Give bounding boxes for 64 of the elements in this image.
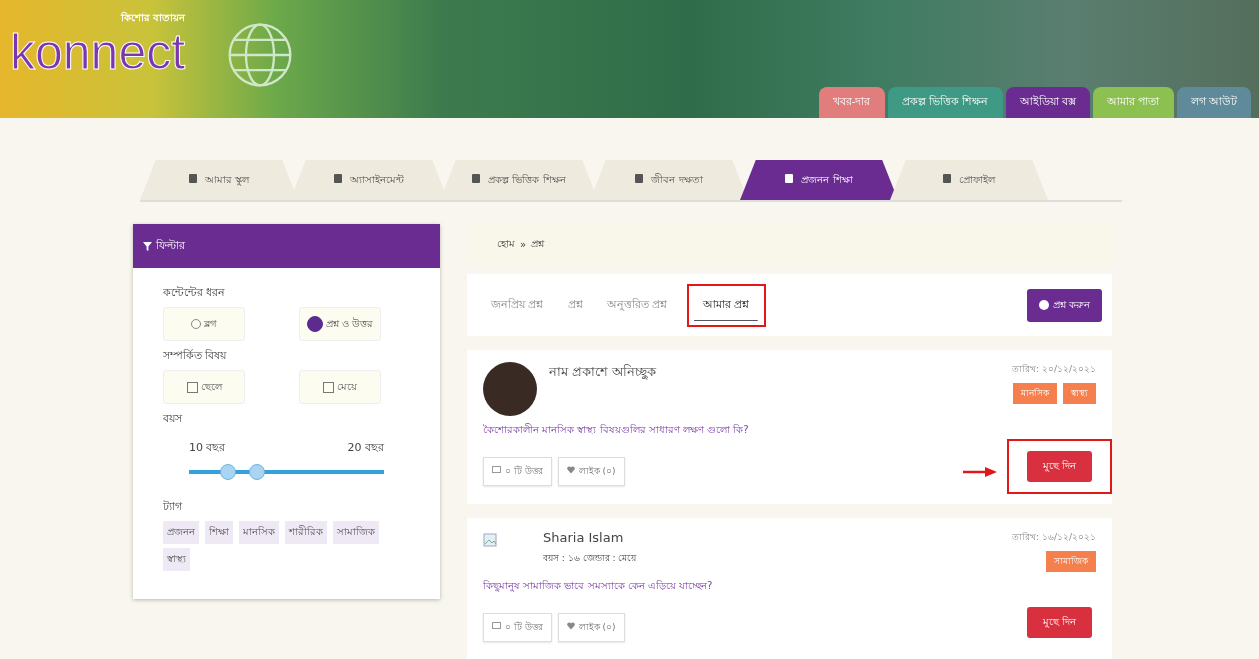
author-details: বয়স : ১৬ জেন্ডার : মেয়ে [543,552,638,565]
author-name: Sharia Islam [543,530,625,545]
tag-chip[interactable]: স্বাস্থ্য [163,548,190,571]
breadcrumb-link[interactable]: প্রশ্ন [531,235,545,253]
answers-button[interactable]: ০ টি উত্তর [483,457,552,486]
question-tab[interactable]: প্রশ্ন [563,287,587,323]
checkbox-option[interactable]: মেয়ে [299,370,381,404]
like-button[interactable]: লাইক (০) [557,457,625,486]
breadcrumb-link[interactable]: হোম [497,235,515,253]
delete-button[interactable]: মুছে দিন [1026,607,1092,638]
field-label: কন্টেন্টের ধরন [163,285,227,301]
field-label: সম্পর্কিত বিষয় [163,348,228,364]
nav-link[interactable]: আইডিয়া বক্স [1005,87,1090,118]
logo[interactable]: konnect [10,27,186,77]
question-tab[interactable]: অনুত্তরিত প্রশ্ন [602,287,671,323]
tag-chip[interactable]: মানসিক [239,521,279,544]
tag-badge: স্বাস্থ্য [1063,383,1096,404]
comment-icon [492,466,501,474]
tag-chip[interactable]: সামাজিক [333,521,379,544]
author-name: নাম প্রকাশে অনিচ্ছুক [549,363,658,382]
radio-option[interactable]: প্রশ্ন ও উত্তর [299,307,381,341]
tag-chip[interactable]: শিক্ষা [205,521,233,544]
field-label: বয়স [163,411,184,427]
checkbox-option[interactable]: ছেলে [163,370,245,404]
field-label: ট্যাগ [163,499,184,515]
question-tab[interactable]: জনপ্রিয় প্রশ্ন [487,287,548,323]
breadcrumb-separator: » [520,238,527,250]
tag-badge: মানসিক [1013,383,1057,404]
tab-icon [188,173,197,183]
question-date: তারিখ: ১৬/১২/২০২১ [1012,531,1096,544]
radio-option[interactable]: ব্লগ [163,307,245,341]
question-tab[interactable]: আমার প্রশ্ন [687,283,766,327]
tag-chip[interactable]: শারীরিক [285,521,327,544]
question-link[interactable]: কিছুমানুষ সামাজিক ভাবে সমস্যাকে কেন এড়িয়ে যাচ্ছেন? [483,578,1096,595]
broken-image-icon [483,533,497,547]
delete-button[interactable]: মুছে দিন [1026,451,1092,482]
tab-icon [943,173,951,183]
slider-thumb[interactable] [220,464,236,480]
slider-max-label: 20 বছর [347,440,384,456]
tag-chip[interactable]: প্রজনন [163,521,199,544]
filter-title: ফিল্টার [156,237,185,254]
section-tab[interactable]: প্রোফাইল [890,160,1048,200]
question-date: তারিখ: ২০/১২/২০২১ [1012,363,1096,376]
like-button[interactable]: লাইক (০) [557,613,625,642]
heart-icon [566,466,575,474]
tab-icon [785,173,794,183]
photo-placeholder [483,362,537,416]
nav-link[interactable]: লগ আউট [1176,87,1251,118]
slider-min-label: 10 বছর [189,440,226,456]
tab-icon [334,173,342,183]
tab-icon [472,173,481,183]
tag-badge: সামাজিক [1046,551,1096,572]
answers-button[interactable]: ০ টি উত্তর [483,613,552,642]
tab-icon [635,173,644,183]
question-link[interactable]: কৈশোরকালীন মানসিক স্বাস্থ্য বিষয়গুলির সাধারণ লক্ষণ গুলো কি? [483,422,1096,439]
logo-tagline: কিশোর বাতায়ন [120,10,186,25]
filter-icon [143,241,152,251]
heart-icon [566,622,575,630]
slider-thumb[interactable] [249,464,266,480]
question-icon [1038,300,1049,310]
nav-link[interactable]: প্রকল্প ভিত্তিক শিক্ষন [887,87,1003,118]
comment-icon [492,622,501,630]
annotation-arrow [962,466,997,477]
ask-question-button[interactable]: প্রশ্ন করুন [1026,288,1102,322]
